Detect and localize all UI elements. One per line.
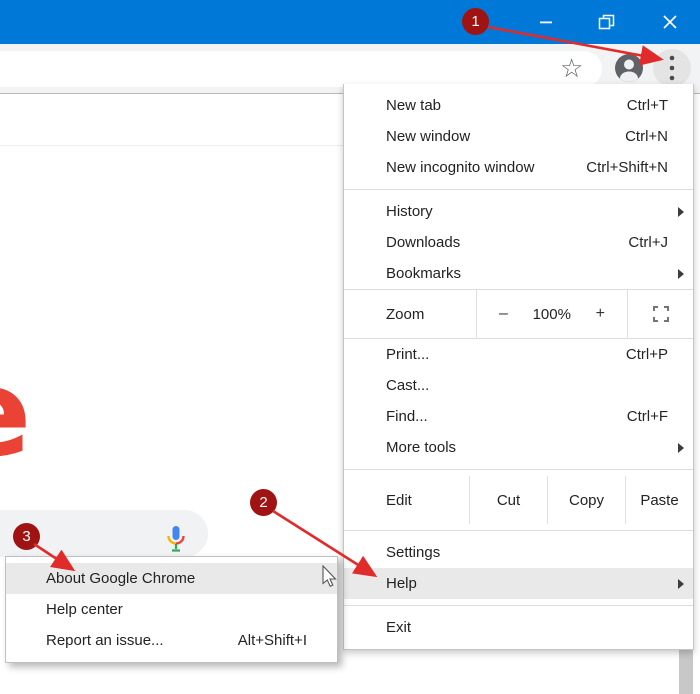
shortcut-label: Ctrl+N — [625, 128, 668, 145]
submenu-item-report-an-issue[interactable]: Report an issue... Alt+Shift+I — [6, 625, 337, 656]
menu-item-history[interactable]: History — [344, 196, 693, 227]
bookmark-star-icon[interactable]: ☆ — [560, 51, 583, 85]
google-logo-partial: e — [0, 350, 42, 472]
submenu-arrow-icon — [678, 579, 684, 589]
page-divider-line — [0, 145, 343, 146]
submenu-arrow-icon — [678, 443, 684, 453]
zoom-controls: – 100% + — [476, 290, 628, 338]
submenu-arrow-icon — [678, 269, 684, 279]
shortcut-label: Ctrl+F — [627, 408, 668, 425]
address-bar[interactable] — [0, 51, 602, 87]
close-icon — [662, 14, 678, 30]
minimize-button[interactable] — [523, 0, 569, 44]
chrome-menu-popup: New tab Ctrl+T New window Ctrl+N New inc… — [343, 84, 694, 650]
browser-menu-button[interactable] — [653, 49, 691, 87]
page-scrollbar[interactable] — [679, 645, 693, 694]
menu-item-cast[interactable]: Cast... — [344, 370, 693, 401]
menu-item-new-tab[interactable]: New tab Ctrl+T — [344, 90, 693, 121]
cut-button[interactable]: Cut — [469, 476, 547, 524]
menu-edit-row: Edit Cut Copy Paste — [344, 476, 693, 524]
menu-item-new-window[interactable]: New window Ctrl+N — [344, 121, 693, 152]
shortcut-label: Ctrl+Shift+N — [586, 159, 668, 176]
fullscreen-icon — [652, 305, 670, 323]
close-button[interactable] — [647, 0, 693, 44]
help-submenu-popup: About Google Chrome Help center Report a… — [5, 556, 338, 663]
fullscreen-button[interactable] — [628, 290, 693, 338]
restore-icon — [598, 14, 615, 31]
edit-label: Edit — [344, 476, 469, 524]
shortcut-label: Ctrl+P — [626, 346, 668, 363]
menu-item-settings[interactable]: Settings — [344, 537, 693, 568]
menu-separator — [344, 605, 693, 606]
svg-text:e: e — [0, 350, 31, 472]
submenu-item-about-google-chrome[interactable]: About Google Chrome — [6, 563, 337, 594]
submenu-item-help-center[interactable]: Help center — [6, 594, 337, 625]
menu-zoom-row: Zoom – 100% + — [344, 290, 693, 338]
menu-item-exit[interactable]: Exit — [344, 612, 693, 643]
copy-button[interactable]: Copy — [547, 476, 625, 524]
shortcut-label: Alt+Shift+I — [238, 632, 307, 649]
menu-separator — [344, 189, 693, 190]
zoom-label: Zoom — [344, 290, 476, 338]
submenu-arrow-icon — [678, 207, 684, 217]
voice-search-mic-icon[interactable] — [164, 524, 188, 556]
menu-item-help[interactable]: Help — [344, 568, 693, 599]
menu-separator — [344, 530, 693, 531]
zoom-level: 100% — [533, 306, 571, 323]
menu-item-more-tools[interactable]: More tools — [344, 432, 693, 463]
menu-item-new-incognito-window[interactable]: New incognito window Ctrl+Shift+N — [344, 152, 693, 183]
menu-item-print[interactable]: Print... Ctrl+P — [344, 339, 693, 370]
menu-item-bookmarks[interactable]: Bookmarks — [344, 258, 693, 289]
zoom-out-button[interactable]: – — [499, 305, 508, 323]
profile-avatar-icon[interactable] — [614, 53, 644, 83]
minimize-icon — [539, 15, 553, 29]
menu-separator — [344, 469, 693, 470]
zoom-in-button[interactable]: + — [596, 305, 605, 323]
shortcut-label: Ctrl+J — [628, 234, 668, 251]
paste-button[interactable]: Paste — [625, 476, 693, 524]
shortcut-label: Ctrl+T — [627, 97, 668, 114]
menu-item-find[interactable]: Find... Ctrl+F — [344, 401, 693, 432]
annotation-badge-1: 1 — [462, 8, 489, 35]
annotation-badge-2: 2 — [250, 489, 277, 516]
annotation-badge-3: 3 — [13, 523, 40, 550]
window-titlebar — [0, 0, 700, 44]
three-dot-icon — [668, 51, 676, 85]
menu-item-downloads[interactable]: Downloads Ctrl+J — [344, 227, 693, 258]
restore-button[interactable] — [583, 0, 629, 44]
